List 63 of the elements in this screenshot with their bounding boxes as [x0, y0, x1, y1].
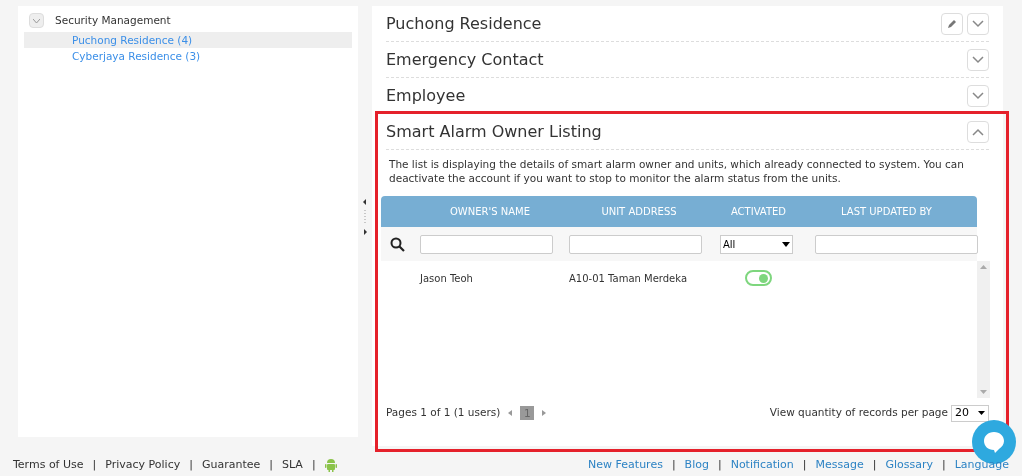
activated-filter-select[interactable]: All: [720, 234, 793, 254]
link-divider: |: [802, 456, 807, 473]
description-text: The list is displaying the details of smart alarm owner and units, which already connected to system. You can deactivate the account if you want to stop to monitor the alarm status from the units.: [388, 157, 965, 186]
expand-button[interactable]: [967, 84, 989, 107]
search-icon: [390, 236, 405, 252]
chevron-down-icon: [972, 55, 984, 64]
chevron-icon: [33, 18, 40, 23]
scroll-up-icon[interactable]: [980, 265, 987, 269]
column-header: OWNER'S NAME: [448, 205, 532, 219]
updated-by-filter-field[interactable]: [815, 234, 978, 254]
chevron-down-icon: [972, 19, 984, 28]
speech-bubble-icon: [982, 430, 1006, 454]
per-page-select[interactable]: 20: [951, 404, 989, 422]
section-title: Smart Alarm Owner Listing: [386, 120, 602, 143]
footer-link[interactable]: Terms of Use: [13, 456, 84, 474]
tree-item[interactable]: Cyberjaya Residence (3): [24, 48, 352, 64]
link-divider: |: [942, 456, 946, 473]
chevron-down-icon: [972, 91, 984, 100]
footer-link[interactable]: Notification: [730, 456, 794, 474]
address-filter-field[interactable]: [569, 234, 702, 254]
owner-name-cell-text: Jason Teoh: [418, 271, 474, 286]
footer-link[interactable]: Guarantee: [201, 456, 261, 474]
unit-address-cell-text: A10-01 Taman Merdeka: [568, 271, 688, 286]
footer-link[interactable]: Privacy Policy: [105, 456, 181, 474]
pencil-icon: [946, 17, 958, 30]
expand-button[interactable]: [967, 12, 989, 35]
column-header: ACTIVATED: [729, 205, 788, 219]
tree-node-label: Security Management: [55, 12, 171, 28]
link-divider: |: [269, 456, 273, 473]
link-divider: |: [717, 456, 722, 473]
per-page-label: View quantity of records per page: [769, 405, 948, 421]
footer-link[interactable]: Glossary: [885, 456, 933, 474]
footer-link[interactable]: Blog: [684, 456, 709, 474]
section-title: Employee: [386, 84, 466, 107]
dropdown-arrow-icon: [782, 241, 790, 247]
link-divider: |: [92, 456, 97, 473]
link-divider: |: [189, 456, 193, 473]
footer-link[interactable]: New Features: [588, 456, 663, 474]
dropdown-arrow-icon: [978, 411, 985, 415]
link-divider: |: [311, 456, 316, 473]
column-header: UNIT ADDRESS: [600, 205, 678, 219]
activated-toggle[interactable]: [745, 270, 772, 286]
splitter-handle-icon[interactable]: [363, 198, 367, 235]
link-divider: |: [872, 456, 877, 473]
footer-link[interactable]: Message: [815, 456, 864, 474]
scroll-down-icon[interactable]: [980, 390, 987, 394]
next-page-icon[interactable]: [542, 410, 547, 416]
android-icon[interactable]: [324, 458, 337, 472]
section-title: Emergency Contact: [386, 48, 544, 71]
previous-page-icon[interactable]: [508, 410, 513, 416]
scrollbar[interactable]: [977, 261, 990, 398]
pagination-summary: Pages 1 of 1 (1 users): [386, 405, 501, 421]
column-header: LAST UPDATED BY: [840, 205, 933, 219]
link-divider: |: [671, 456, 676, 473]
section-title: Puchong Residence: [386, 12, 542, 35]
chevron-up-icon: [972, 127, 984, 136]
owner-filter-field[interactable]: [420, 234, 553, 254]
collapse-button[interactable]: [967, 120, 989, 143]
tree-toggle-button[interactable]: [29, 13, 44, 28]
edit-button[interactable]: [941, 12, 963, 35]
footer-link[interactable]: SLA: [282, 456, 303, 474]
tree-item[interactable]: Puchong Residence (4): [24, 32, 352, 48]
expand-button[interactable]: [967, 48, 989, 71]
